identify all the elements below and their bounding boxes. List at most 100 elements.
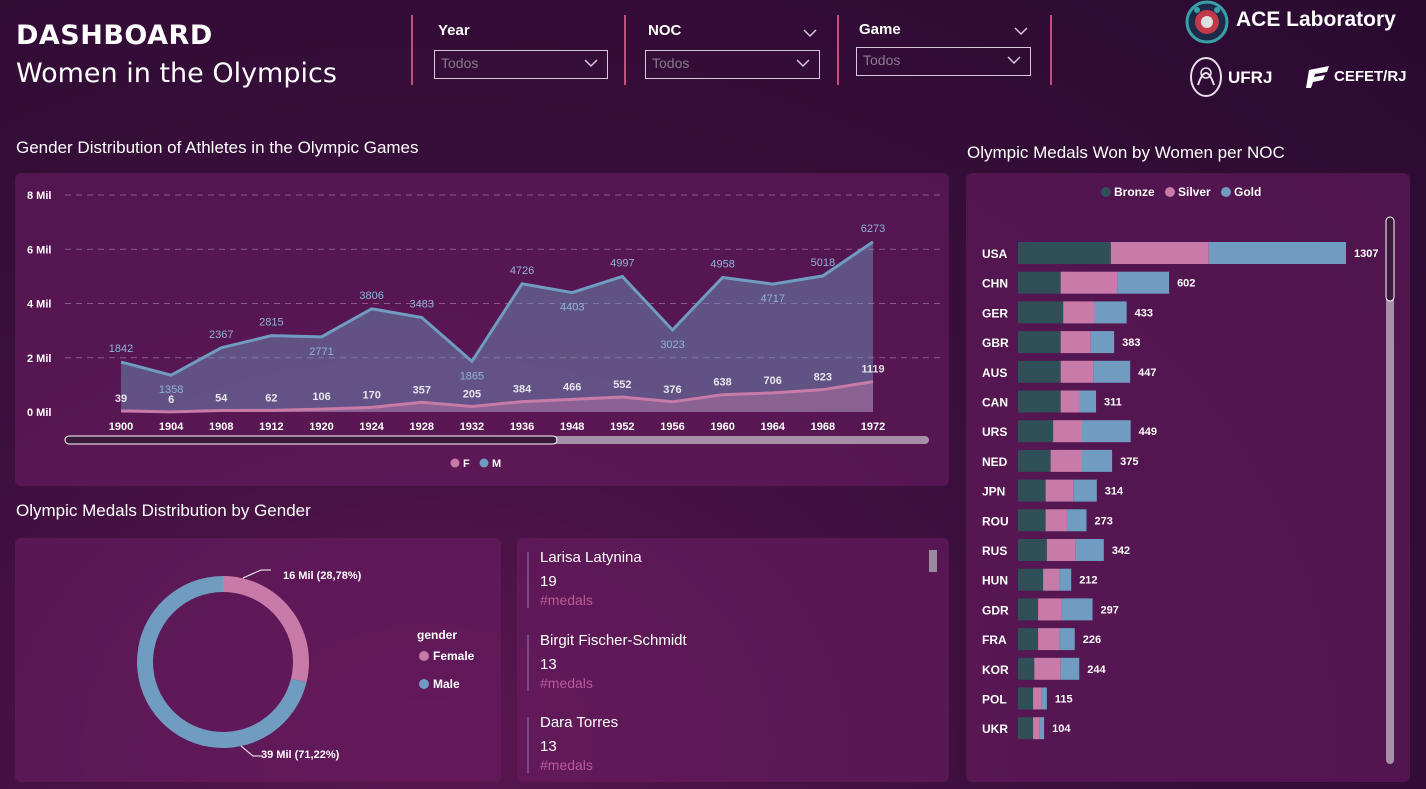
legend-title: gender [417, 628, 457, 642]
athlete-name: Larisa Latynina [540, 549, 642, 566]
chevron-down-icon [1006, 54, 1022, 66]
male-data-label: 2815 [259, 317, 283, 329]
x-tick-label: 1972 [861, 421, 885, 433]
silver-bar [1050, 449, 1082, 472]
silver-bar [1046, 539, 1076, 561]
x-tick-label: 1900 [109, 421, 133, 433]
medals-noc-title: Olympic Medals Won by Women per NOC [967, 143, 1285, 162]
gold-bar [1093, 360, 1131, 383]
bar-total-label: 375 [1120, 456, 1138, 468]
header-divider [411, 15, 413, 85]
bar-total-label: 297 [1101, 604, 1119, 616]
noc-label: KOR [982, 663, 1009, 677]
x-tick-label: 1912 [259, 421, 283, 433]
noc-label: JPN [982, 485, 1005, 499]
bar-total-label: 383 [1122, 337, 1140, 349]
legend-gold-dot [1221, 187, 1231, 197]
male-slice-label: 39 Mil (71,22%) [261, 749, 340, 761]
bar-total-label: 602 [1177, 278, 1195, 290]
year-filter-dropdown[interactable]: Todos [434, 50, 608, 79]
gender-area-chart: 0 Mil2 Mil4 Mil6 Mil8 Mil184213582367281… [27, 190, 940, 470]
noc-filter-dropdown[interactable]: Todos [645, 50, 820, 79]
gold-bar [1061, 598, 1093, 621]
athlete-medal-unit: #medals [540, 675, 593, 691]
gold-bar [1081, 449, 1113, 472]
bar-total-label: 449 [1139, 426, 1157, 438]
x-tick-label: 1924 [359, 421, 384, 433]
vertical-scrollbar-thumb [1385, 216, 1395, 302]
bronze-bar [1018, 271, 1061, 294]
female-leader-line [242, 569, 271, 579]
silver-bar [1110, 242, 1209, 264]
silver-bar [1060, 331, 1091, 354]
chevron-down-icon[interactable] [1013, 22, 1029, 41]
cards-scrollbar-thumb[interactable] [929, 550, 937, 572]
female-data-label: 54 [215, 393, 228, 405]
legend-bronze-label: Bronze [1114, 185, 1155, 199]
bronze-bar [1018, 331, 1061, 354]
bronze-bar [1018, 539, 1047, 561]
female-data-label: 357 [413, 384, 431, 396]
athlete-medal-unit: #medals [540, 757, 593, 773]
bronze-bar [1018, 509, 1046, 532]
female-slice [223, 576, 309, 683]
bar-total-label: 447 [1138, 367, 1156, 379]
medals-donut-chart: 16 Mil (28,78%) 39 Mil (71,22%) gender Fema… [136, 569, 475, 761]
legend-male-label: Male [433, 677, 460, 691]
gold-bar [1208, 242, 1346, 264]
female-data-label: 62 [265, 392, 277, 404]
male-data-label: 4997 [610, 257, 634, 269]
dashboard-subtitle: Women in the Olympics [16, 58, 337, 89]
female-data-label: 638 [713, 377, 731, 389]
male-area [121, 241, 873, 412]
silver-bar [1060, 360, 1094, 383]
legend-female-label: F [463, 458, 470, 470]
male-data-label: 4726 [510, 265, 534, 277]
bar-total-label: 314 [1105, 486, 1124, 498]
male-data-label: 2367 [209, 329, 233, 341]
bronze-bar [1018, 568, 1044, 591]
athlete-name: Dara Torres [540, 714, 619, 731]
cefet-logo-icon [1305, 64, 1331, 94]
silver-bar [1038, 628, 1060, 651]
y-tick-label: 8 Mil [27, 190, 51, 202]
female-data-label: 384 [513, 384, 532, 396]
card-accent [527, 635, 529, 691]
dashboard-title: DASHBOARD [16, 20, 213, 51]
female-slice-label: 16 Mil (28,78%) [283, 570, 362, 582]
female-data-label: 706 [764, 375, 782, 387]
silver-bar [1034, 657, 1061, 680]
noc-label: GDR [982, 603, 1009, 617]
chevron-down-icon[interactable] [802, 24, 818, 43]
silver-bar [1033, 687, 1042, 710]
female-data-label: 823 [814, 372, 832, 384]
male-data-label: 4958 [710, 259, 734, 271]
bronze-bar [1018, 598, 1039, 621]
game-filter-dropdown[interactable]: Todos [856, 47, 1031, 76]
male-data-label: 3483 [410, 299, 434, 311]
bar-total-label: 273 [1095, 515, 1113, 527]
gold-bar [1075, 539, 1104, 561]
noc-label: AUS [982, 366, 1007, 380]
noc-label: USA [982, 247, 1008, 261]
x-tick-label: 1948 [560, 421, 584, 433]
legend-gold-label: Gold [1234, 185, 1261, 199]
female-data-label: 205 [463, 388, 481, 400]
horizontal-scrollbar-thumb [64, 435, 558, 445]
noc-label: NED [982, 455, 1008, 469]
legend-male-dot [419, 679, 429, 689]
silver-bar [1033, 717, 1040, 740]
legend-silver-dot [1165, 187, 1175, 197]
ufrj-logo-icon [1188, 55, 1224, 103]
game-filter-value: Todos [863, 52, 901, 68]
card-accent [527, 552, 529, 608]
ace-laboratory-logo-icon [1182, 0, 1232, 50]
gold-bar [1059, 568, 1072, 591]
gold-bar [1041, 687, 1047, 710]
x-tick-label: 1952 [610, 421, 634, 433]
legend-silver-label: Silver [1178, 185, 1211, 199]
x-tick-label: 1932 [460, 421, 484, 433]
silver-bar [1045, 479, 1074, 502]
noc-label: URS [982, 425, 1007, 439]
x-tick-label: 1904 [159, 421, 184, 433]
